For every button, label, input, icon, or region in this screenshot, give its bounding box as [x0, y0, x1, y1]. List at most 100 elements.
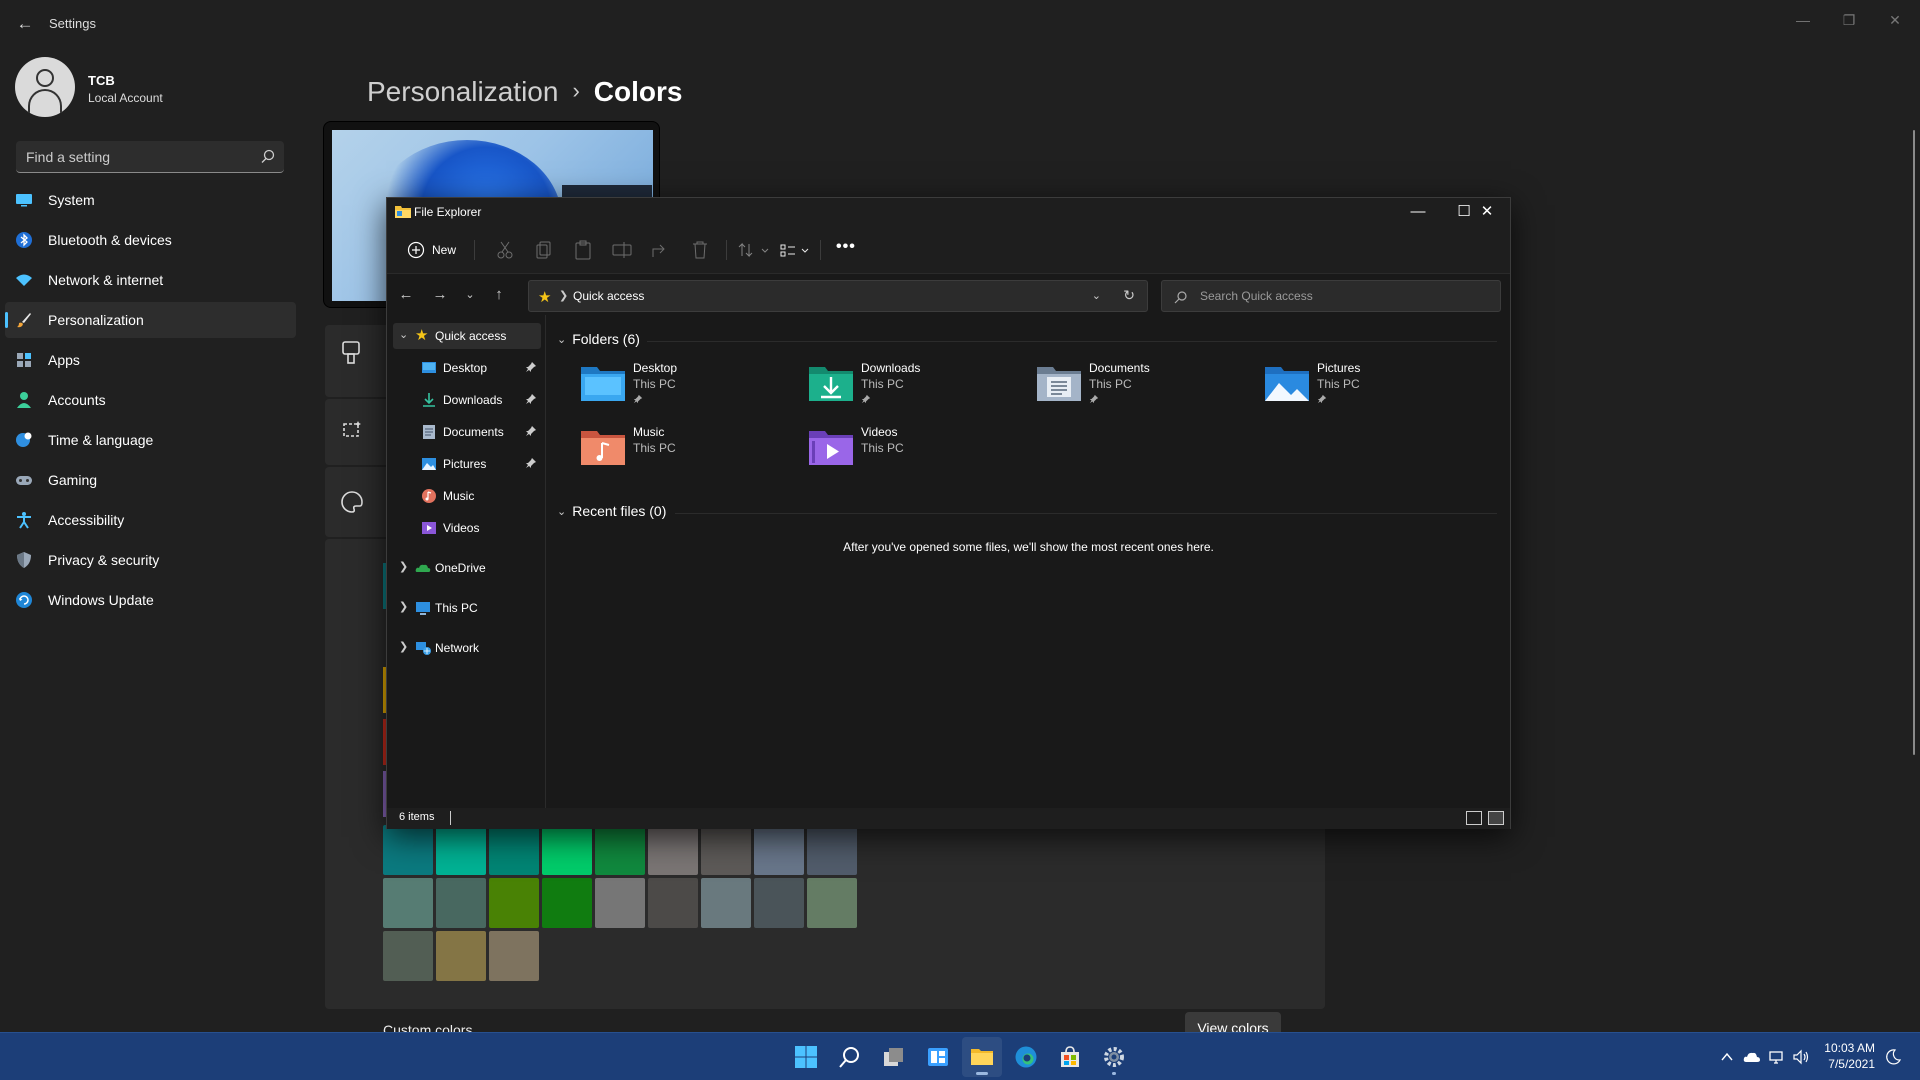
- folder-tile-desktop[interactable]: Desktop This PC: [581, 359, 801, 415]
- copy-icon[interactable]: [533, 239, 555, 261]
- chevron-down-icon[interactable]: ⌄: [557, 506, 566, 518]
- forward-arrow-icon[interactable]: →: [430, 285, 450, 305]
- breadcrumb-parent[interactable]: Personalization: [367, 76, 558, 107]
- recent-locations-chevron-icon[interactable]: ⌄: [460, 285, 480, 305]
- nav-pane-videos[interactable]: Videos: [393, 515, 541, 541]
- folder-tile-videos[interactable]: Videos This PC: [809, 423, 1029, 479]
- edge-button[interactable]: [1006, 1037, 1046, 1077]
- nav-item-gaming[interactable]: Gaming: [5, 462, 296, 498]
- details-view-icon[interactable]: [1466, 811, 1482, 825]
- nav-item-apps[interactable]: Apps: [5, 342, 296, 378]
- nav-item-privacy[interactable]: Privacy & security: [5, 542, 296, 578]
- chevron-down-icon[interactable]: ⌄: [1092, 289, 1101, 302]
- chevron-right-icon[interactable]: ❯: [399, 640, 408, 653]
- settings-scrollbar[interactable]: [1913, 130, 1915, 755]
- accent-color-swatch[interactable]: [436, 878, 486, 928]
- large-icons-view-icon[interactable]: [1488, 811, 1504, 825]
- accent-color-swatch[interactable]: [436, 825, 486, 875]
- accent-color-swatch[interactable]: [595, 825, 645, 875]
- minimize-icon[interactable]: —: [1780, 6, 1826, 34]
- accent-color-swatch[interactable]: [701, 825, 751, 875]
- chevron-right-icon[interactable]: ❯: [399, 560, 408, 573]
- nav-item-bluetooth[interactable]: Bluetooth & devices: [5, 222, 296, 258]
- nav-item-windows-update[interactable]: Windows Update: [5, 582, 296, 618]
- minimize-icon[interactable]: —: [1395, 198, 1441, 226]
- folder-tile-documents[interactable]: Documents This PC: [1037, 359, 1257, 415]
- nav-item-network[interactable]: Network & internet: [5, 262, 296, 298]
- accent-color-swatch[interactable]: [648, 878, 698, 928]
- refresh-icon[interactable]: ↻: [1123, 287, 1135, 304]
- nav-item-personalization[interactable]: Personalization: [5, 302, 296, 338]
- focus-assist-moon-icon[interactable]: [1884, 1048, 1902, 1066]
- settings-taskbar-button[interactable]: [1094, 1037, 1134, 1077]
- accent-color-swatch[interactable]: [542, 825, 592, 875]
- view-layout-icon[interactable]: [778, 239, 812, 261]
- nav-pane-quick-access[interactable]: ⌄ ★ Quick access: [393, 323, 541, 349]
- nav-pane-this-pc[interactable]: ❯ This PC: [393, 595, 541, 621]
- accent-color-swatch[interactable]: [383, 825, 433, 875]
- volume-icon[interactable]: [1792, 1048, 1810, 1066]
- chevron-down-icon[interactable]: ⌄: [557, 334, 566, 346]
- nav-pane-onedrive[interactable]: ❯ OneDrive: [393, 555, 541, 581]
- onedrive-tray-icon[interactable]: [1743, 1048, 1761, 1066]
- store-button[interactable]: [1050, 1037, 1090, 1077]
- cut-icon[interactable]: [494, 239, 516, 261]
- paste-icon[interactable]: [572, 239, 594, 261]
- close-icon[interactable]: ✕: [1872, 6, 1918, 34]
- folder-tile-pictures[interactable]: Pictures This PC: [1265, 359, 1485, 415]
- accent-color-swatch[interactable]: [754, 825, 804, 875]
- back-arrow-icon[interactable]: ←: [14, 13, 36, 35]
- accent-color-swatch[interactable]: [542, 878, 592, 928]
- accent-color-swatch[interactable]: [595, 878, 645, 928]
- accent-color-swatch[interactable]: [648, 825, 698, 875]
- chevron-right-icon[interactable]: ❯: [399, 600, 408, 613]
- address-path[interactable]: Quick access: [573, 289, 644, 303]
- share-icon[interactable]: [650, 239, 672, 261]
- folders-group-header[interactable]: ⌄ Folders (6): [557, 331, 640, 347]
- address-bar[interactable]: ★ ❯ Quick access ⌄ ↻: [528, 280, 1148, 312]
- accent-color-swatch[interactable]: [701, 878, 751, 928]
- nav-pane-network[interactable]: ❯ Network: [393, 635, 541, 661]
- explorer-search-input[interactable]: [1200, 289, 1480, 303]
- more-options-button[interactable]: •••: [836, 238, 856, 256]
- nav-pane-downloads[interactable]: Downloads: [393, 387, 541, 413]
- accent-color-swatch[interactable]: [489, 825, 539, 875]
- taskbar-clock[interactable]: 10:03 AM 7/5/2021: [1824, 1040, 1875, 1072]
- nav-item-system[interactable]: System: [5, 182, 296, 218]
- nav-pane-pictures[interactable]: Pictures: [393, 451, 541, 477]
- delete-icon[interactable]: [689, 239, 711, 261]
- back-arrow-icon[interactable]: ←: [396, 285, 416, 305]
- accent-color-swatch[interactable]: [436, 931, 486, 981]
- sort-icon[interactable]: [737, 239, 771, 261]
- nav-pane-documents[interactable]: Documents: [393, 419, 541, 445]
- folder-tile-music[interactable]: Music This PC: [581, 423, 801, 479]
- new-button[interactable]: New: [407, 238, 456, 262]
- explorer-search-box[interactable]: [1161, 280, 1501, 312]
- restore-icon[interactable]: ❐: [1826, 6, 1872, 34]
- folder-tile-downloads[interactable]: Downloads This PC: [809, 359, 1029, 415]
- widgets-button[interactable]: [918, 1037, 958, 1077]
- file-explorer-taskbar-button[interactable]: [962, 1037, 1002, 1077]
- settings-search-input[interactable]: [26, 147, 246, 167]
- recent-files-group-header[interactable]: ⌄ Recent files (0): [557, 503, 666, 519]
- nav-item-accounts[interactable]: Accounts: [5, 382, 296, 418]
- settings-search-box[interactable]: [16, 141, 284, 173]
- accent-color-swatch[interactable]: [489, 931, 539, 981]
- nav-item-time-language[interactable]: Time & language: [5, 422, 296, 458]
- nav-item-accessibility[interactable]: Accessibility: [5, 502, 296, 538]
- up-arrow-icon[interactable]: ↑: [489, 285, 509, 305]
- accent-color-swatch[interactable]: [383, 931, 433, 981]
- start-button[interactable]: [786, 1037, 826, 1077]
- accent-color-swatch[interactable]: [807, 878, 857, 928]
- nav-pane-music[interactable]: Music: [393, 483, 541, 509]
- accent-color-swatch[interactable]: [754, 878, 804, 928]
- nav-pane-desktop[interactable]: Desktop: [393, 355, 541, 381]
- explorer-titlebar[interactable]: File Explorer — ☐ ✕: [387, 198, 1510, 226]
- accent-color-swatch[interactable]: [383, 878, 433, 928]
- rename-icon[interactable]: [611, 239, 633, 261]
- task-view-button[interactable]: [874, 1037, 914, 1077]
- accent-color-swatch[interactable]: [489, 878, 539, 928]
- show-hidden-icons-icon[interactable]: [1718, 1048, 1736, 1066]
- chevron-down-icon[interactable]: ⌄: [399, 328, 408, 341]
- taskbar-search-button[interactable]: [830, 1037, 870, 1077]
